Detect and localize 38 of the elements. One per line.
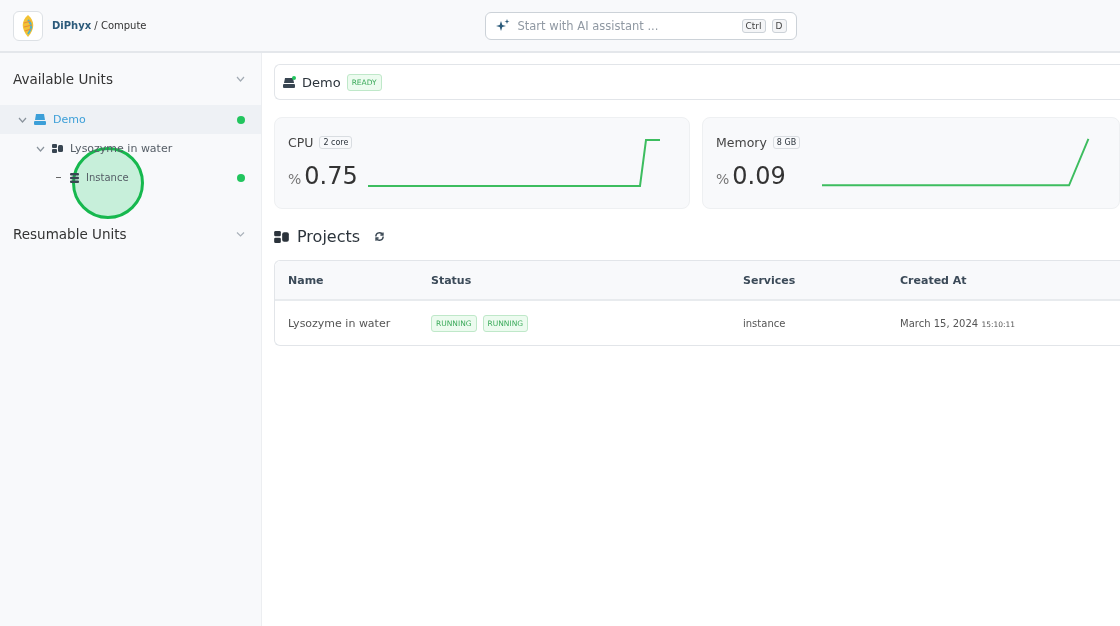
unit-label: %: [716, 171, 730, 187]
capacity-badge: 2 core: [319, 136, 353, 149]
column-header: Name: [288, 273, 325, 287]
stack-icon: [70, 172, 79, 183]
metric-value: 0.09: [732, 162, 786, 190]
table-cell-text: Lysozyme in water: [288, 316, 392, 330]
section-title[interactable]: Available Units: [13, 71, 113, 87]
metric-name: CPU: [288, 135, 314, 150]
shortcut-key: Ctrl: [741, 18, 766, 33]
column-header: Services: [743, 273, 797, 287]
shortcut-key: D: [771, 18, 787, 33]
table-cell-text: instance: [743, 317, 787, 329]
metric-value: 0.75: [304, 162, 358, 190]
unit-label: %: [288, 171, 302, 187]
breadcrumb-separator: /: [94, 20, 98, 31]
tree-item[interactable]: Instance: [0, 163, 261, 192]
leaf-dash-icon: [56, 177, 61, 178]
blocks-icon: [52, 144, 63, 153]
column-header: Created At: [900, 273, 968, 287]
assistant-bar[interactable]: Start with AI assistant ... Ctrl D: [484, 11, 797, 40]
date-text: March 15, 2024: [900, 317, 979, 329]
capacity-badge: 8 GB: [772, 136, 801, 149]
chevron-icon[interactable]: [236, 76, 245, 82]
column-header: Status: [431, 273, 473, 287]
unit-name: Demo: [302, 74, 341, 90]
breadcrumb-current: Compute: [100, 20, 147, 31]
section-title[interactable]: Resumable Units: [13, 226, 127, 242]
chevron-icon[interactable]: [36, 145, 45, 152]
chevron-icon[interactable]: [236, 231, 245, 237]
chevron-icon[interactable]: [18, 116, 27, 123]
logo-icon[interactable]: [13, 10, 43, 41]
refresh-icon[interactable]: [374, 231, 386, 242]
metric-name: Memory: [716, 135, 767, 150]
assistant-input[interactable]: Start with AI assistant ...: [515, 17, 736, 34]
server-icon: [34, 114, 46, 125]
section-title: Projects: [297, 227, 361, 246]
breadcrumb-link[interactable]: DiPhyx: [52, 20, 92, 31]
blocks-icon: [274, 230, 289, 243]
